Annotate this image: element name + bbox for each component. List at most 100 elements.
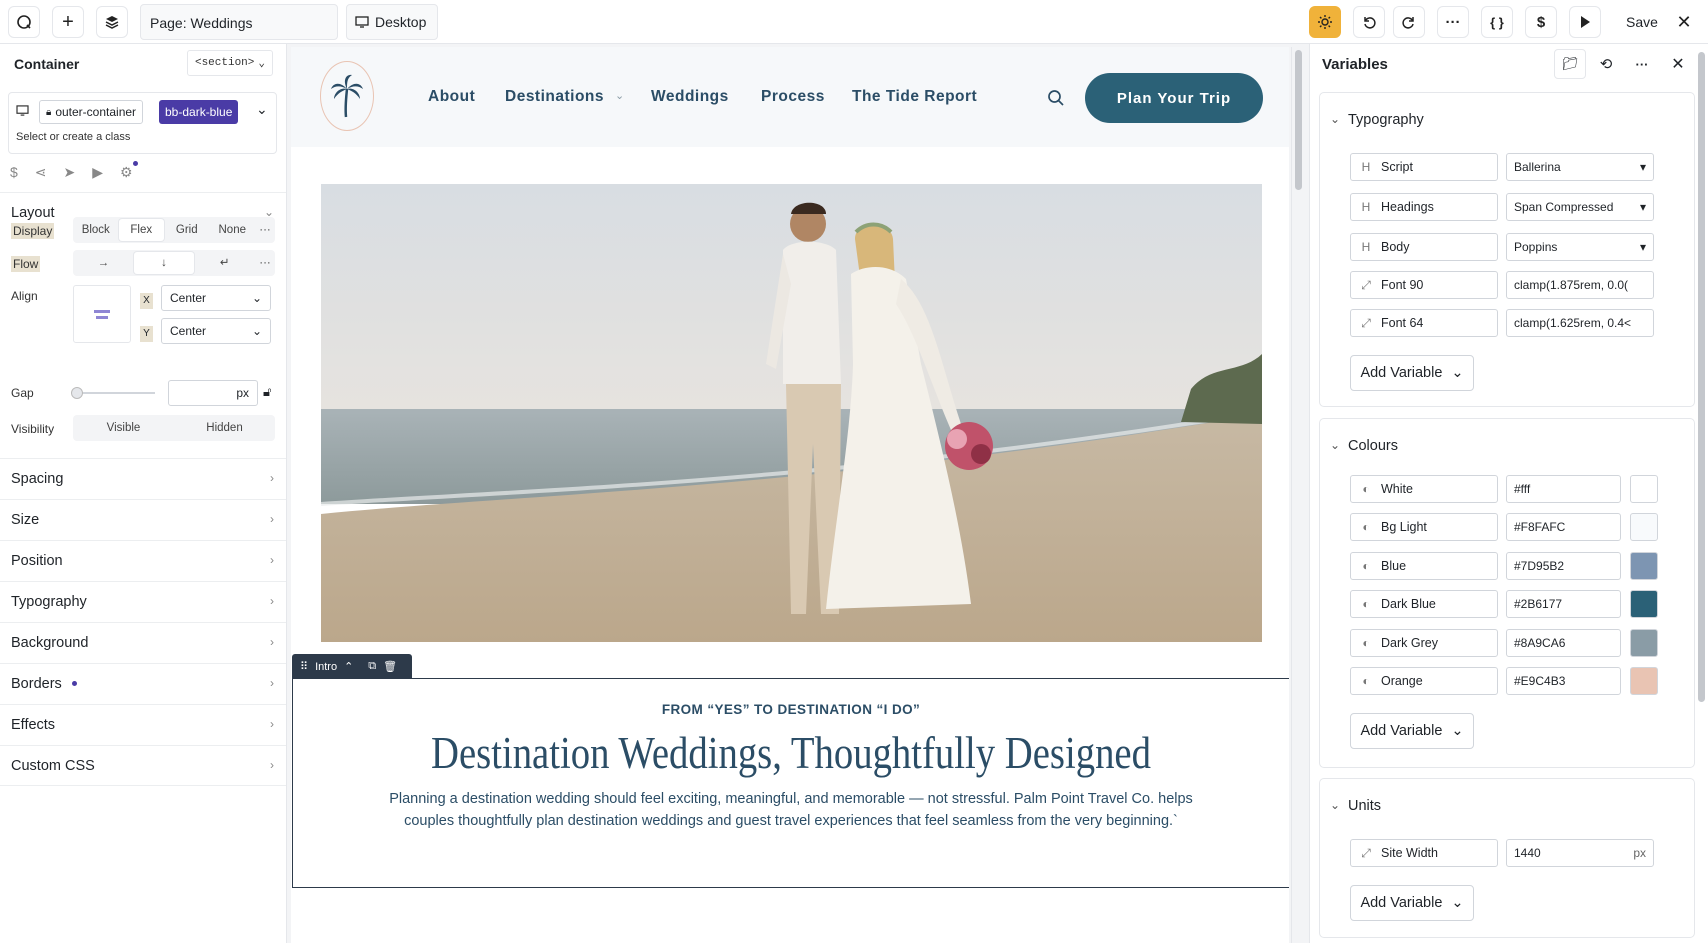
chevron-down-icon[interactable]: ⌄ <box>256 101 268 118</box>
duplicate-icon[interactable]: ⧉ <box>368 660 376 673</box>
variable-value[interactable]: #E9C4B3 <box>1506 667 1621 695</box>
share-icon[interactable]: ⋖ <box>35 164 47 186</box>
visibility-visible-option[interactable]: Visible <box>73 417 174 439</box>
font-select[interactable]: Span Compressed ▾ <box>1506 193 1654 221</box>
variable-value[interactable]: #2B6177 <box>1506 590 1621 618</box>
section-effects[interactable]: Effects › <box>0 704 286 745</box>
scroll-thumb[interactable] <box>1295 50 1302 190</box>
history-button[interactable]: ⟲ <box>1590 49 1622 79</box>
flow-column-icon[interactable]: ↓ <box>133 252 195 274</box>
lock-icon[interactable]: 🔓︎ <box>263 384 271 400</box>
align-x-select[interactable]: Center ⌄ <box>161 285 271 311</box>
section-spacing[interactable]: Spacing › <box>0 458 286 499</box>
variable-name[interactable]: ◐ Dark Grey <box>1350 629 1498 657</box>
section-position[interactable]: Position › <box>0 540 286 581</box>
layers-button[interactable] <box>96 6 128 38</box>
gap-slider[interactable] <box>71 387 155 399</box>
undo-button[interactable] <box>1353 6 1385 38</box>
align-y-select[interactable]: Center ⌄ <box>161 318 271 344</box>
new-folder-button[interactable]: 📁︎ <box>1554 49 1586 79</box>
nav-link-weddings[interactable]: Weddings <box>651 88 729 106</box>
variable-value[interactable]: #fff <box>1506 475 1621 503</box>
chevron-down-icon[interactable]: ⌄ <box>1330 112 1340 126</box>
variable-name[interactable]: ◐ Bg Light <box>1350 513 1498 541</box>
nav-link-process[interactable]: Process <box>761 88 825 106</box>
font-select[interactable]: Ballerina ▾ <box>1506 153 1654 181</box>
class-selector[interactable]: 🔒︎ outer-container bb-dark-blue ⌄ Select… <box>8 92 277 154</box>
variable-value[interactable]: #7D95B2 <box>1506 552 1621 580</box>
redo-button[interactable] <box>1393 6 1425 38</box>
plan-trip-button[interactable]: Plan Your Trip <box>1085 73 1263 123</box>
active-class-chip[interactable]: bb-dark-blue <box>159 100 239 124</box>
intro-section[interactable]: FROM “YES” TO DESTINATION “I DO” Destina… <box>292 678 1289 888</box>
flow-wrap-icon[interactable]: ↵ <box>194 252 255 274</box>
variable-name[interactable]: ◐ Blue <box>1350 552 1498 580</box>
page-select[interactable]: Page: Weddings <box>140 4 338 40</box>
add-variable-button[interactable]: Add Variable ⌄ <box>1350 885 1474 921</box>
more-options-button[interactable]: ··· <box>1626 49 1658 79</box>
hero-image[interactable] <box>321 184 1262 642</box>
color-swatch[interactable] <box>1630 513 1658 541</box>
color-swatch[interactable] <box>1630 475 1658 503</box>
variable-name[interactable]: H Body <box>1350 233 1498 261</box>
drag-handle-icon[interactable]: ⠿ <box>300 660 308 673</box>
section-background[interactable]: Background › <box>0 622 286 663</box>
add-element-button[interactable]: + <box>52 6 84 38</box>
html-tag-select[interactable]: <section> ⌄ <box>187 50 273 76</box>
dollar-icon[interactable]: $ <box>10 164 18 186</box>
close-panel-button[interactable]: ✕ <box>1662 49 1694 79</box>
play-icon[interactable]: ▶ <box>92 164 103 186</box>
theme-toggle-button[interactable] <box>1309 6 1341 38</box>
nav-link-destinations[interactable]: Destinations <box>505 88 604 106</box>
nav-link-tide-report[interactable]: The Tide Report <box>852 88 977 106</box>
variable-value[interactable]: clamp(1.875rem, 0.0( <box>1506 271 1654 299</box>
canvas-scrollbar[interactable] <box>1291 47 1305 943</box>
chevron-up-icon[interactable]: ⌃ <box>344 660 353 673</box>
slider-handle[interactable] <box>71 387 83 399</box>
variable-value[interactable]: #8A9CA6 <box>1506 629 1621 657</box>
device-select[interactable]: Desktop <box>346 4 438 40</box>
gear-icon[interactable]: ⚙ <box>120 161 138 186</box>
variable-value[interactable]: #F8FAFC <box>1506 513 1621 541</box>
color-swatch[interactable] <box>1630 590 1658 618</box>
section-typography[interactable]: Typography › <box>0 581 286 622</box>
align-grid[interactable] <box>73 285 131 343</box>
trash-icon[interactable]: 🗑︎ <box>383 660 397 673</box>
color-swatch[interactable] <box>1630 629 1658 657</box>
more-icon[interactable]: ··· <box>255 252 275 274</box>
site-logo[interactable] <box>320 61 374 131</box>
builder-canvas[interactable]: About Destinations ⌄ Weddings Process Th… <box>291 47 1289 943</box>
variable-value[interactable]: clamp(1.625rem, 0.4< <box>1506 309 1654 337</box>
panel-scroll-thumb[interactable] <box>1698 52 1705 702</box>
variable-name[interactable]: ◐ Dark Blue <box>1350 590 1498 618</box>
color-swatch[interactable] <box>1630 552 1658 580</box>
chevron-down-icon[interactable]: ⌄ <box>1330 438 1340 452</box>
display-grid-option[interactable]: Grid <box>164 219 210 241</box>
add-variable-button[interactable]: Add Variable ⌄ <box>1350 355 1474 391</box>
nav-link-about[interactable]: About <box>428 88 475 106</box>
section-borders[interactable]: Borders › <box>0 663 286 704</box>
class-chip[interactable]: 🔒︎ outer-container <box>39 100 144 124</box>
cursor-icon[interactable]: ➤ <box>64 164 76 186</box>
gap-input[interactable]: px <box>168 380 258 406</box>
visibility-hidden-option[interactable]: Hidden <box>174 417 275 439</box>
variable-name[interactable]: ◐ White <box>1350 475 1498 503</box>
variable-value[interactable]: 1440 px <box>1506 839 1654 867</box>
variable-name[interactable]: ⤢ Font 64 <box>1350 309 1498 337</box>
color-swatch[interactable] <box>1630 667 1658 695</box>
search-icon[interactable] <box>1047 89 1065 107</box>
display-flex-option[interactable]: Flex <box>118 219 164 241</box>
dynamic-data-button[interactable]: $ <box>1525 6 1557 38</box>
flow-row-icon[interactable]: → <box>73 252 134 274</box>
variable-name[interactable]: H Script <box>1350 153 1498 181</box>
more-icon[interactable]: ··· <box>255 219 275 241</box>
logo-menu-button[interactable] <box>8 6 40 38</box>
add-variable-button[interactable]: Add Variable ⌄ <box>1350 713 1474 749</box>
section-size[interactable]: Size › <box>0 499 286 540</box>
variable-name[interactable]: ⤢ Font 90 <box>1350 271 1498 299</box>
variable-name[interactable]: H Headings <box>1350 193 1498 221</box>
intro-element-toolbar[interactable]: ⠿ Intro ⌃ ⧉ 🗑︎ <box>292 654 412 679</box>
preview-button[interactable] <box>1569 6 1601 38</box>
variable-name[interactable]: ◐ Orange <box>1350 667 1498 695</box>
variable-name[interactable]: ⤢ Site Width <box>1350 839 1498 867</box>
